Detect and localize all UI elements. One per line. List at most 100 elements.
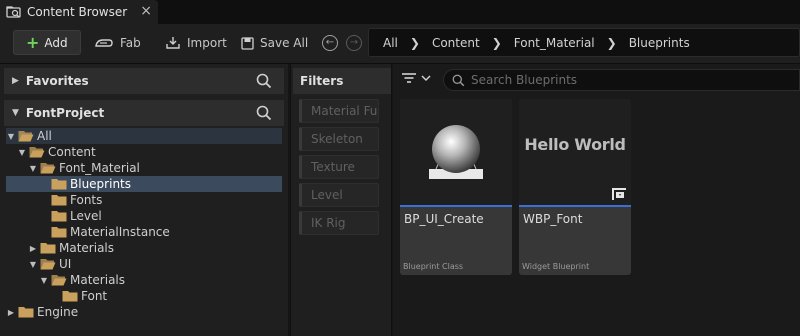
tree-item[interactable]: Font [6,288,282,304]
search-icon[interactable] [256,73,272,92]
tree-item[interactable]: Level [6,208,282,224]
chevron-down-icon[interactable]: ▼ [28,164,38,173]
folder-open-icon [40,162,56,174]
tab-content-browser[interactable]: Content Browser × [0,0,158,24]
breadcrumb: All ❯ Content ❯ Font_Material ❯ Blueprin… [368,28,800,57]
filter-dropdown-button[interactable] [401,71,432,85]
folder-icon [40,242,56,254]
chevron-down-icon[interactable]: ▼ [6,132,16,141]
folder-icon [18,306,34,318]
breadcrumb-item[interactable]: Font_Material [514,36,595,50]
tree-item-label: Font_Material [59,161,140,175]
tree-item[interactable]: ▼ Materials [6,272,282,288]
filters-title: Filters [300,74,344,88]
breadcrumb-item[interactable]: Content [432,36,480,50]
tree-item-label: Materials [59,241,115,255]
tree-item[interactable]: ▼ UI [6,256,282,272]
chevron-down-icon[interactable]: ▼ [17,148,27,157]
asset-tile[interactable]: Hello World WBP_Font Widget Blueprint [519,99,631,275]
tree-item[interactable]: ▼ Font_Material [6,160,282,176]
asset-type-accent [519,205,631,207]
filter-chip[interactable]: Level [299,183,379,207]
folder-icon [62,290,78,302]
save-all-button[interactable]: Save All [241,32,308,54]
toolbar: + Add Fab Import Save All ← → All ❯ Cont… [0,24,800,64]
search-icon[interactable] [256,105,272,124]
tree-item-label: UI [59,257,72,271]
save-all-button-label: Save All [260,36,309,50]
filter-icon [402,73,416,83]
chevron-right-icon[interactable]: ❯ [607,36,617,50]
close-tab-icon[interactable]: × [140,4,152,18]
breadcrumb-item[interactable]: All [383,36,398,50]
chevron-right-icon[interactable]: ▶ [6,308,16,317]
import-button[interactable]: Import [165,32,227,54]
chevron-right-icon[interactable]: ▶ [28,244,38,253]
asset-name: BP_UI_Create [404,212,484,226]
add-button-label: Add [44,35,68,50]
tree-item[interactable]: MaterialInstance [6,224,282,240]
folder-open-icon [40,258,56,270]
filter-chip[interactable]: Skeleton [299,127,379,151]
tree-item[interactable]: Fonts [6,192,282,208]
tab-strip: Content Browser × [0,0,800,24]
tree-item-label: Level [70,209,102,223]
filters-panel: Filters Material Fun Skeleton Texture Le… [290,64,392,336]
tab-title: Content Browser [27,5,128,19]
tree-item[interactable]: ▶ Engine [6,304,282,320]
filter-chip[interactable]: IK Rig [299,211,379,235]
import-button-label: Import [187,36,227,50]
add-button[interactable]: + Add [13,30,81,55]
forward-arrow-icon[interactable]: → [346,35,362,51]
folder-open-icon [51,274,67,286]
content-browser-icon [6,5,22,19]
asset-type: Blueprint Class [403,262,464,271]
filter-chip-label: IK Rig [311,216,346,230]
tree-item[interactable]: ▶ Materials [6,240,282,256]
tree-item-label: Blueprints [70,177,132,191]
chevron-right-icon[interactable]: ❯ [410,36,420,50]
filter-chip[interactable]: Texture [299,155,379,179]
search-box [443,69,800,91]
sphere-icon [429,125,483,179]
folder-icon [51,210,67,222]
tree-item-label: Font [81,289,108,303]
tree-item-label: All [37,129,52,143]
folder-icon [51,178,67,190]
fab-button-label: Fab [120,36,141,50]
filters-header: Filters [293,68,391,94]
back-arrow-icon[interactable]: ← [322,35,338,51]
asset-name: WBP_Font [523,212,583,226]
plus-icon: + [26,32,40,52]
chevron-down-icon[interactable]: ▼ [39,276,49,285]
fab-icon [95,39,113,47]
tree-item-label: MaterialInstance [70,225,170,239]
folder-open-icon [29,146,45,158]
asset-view: BP_UI_Create Blueprint Class Hello World… [393,64,800,336]
asset-thumbnail: Hello World [519,99,631,207]
favorites-header[interactable]: ▶ Favorites [4,68,284,94]
filter-chip[interactable]: Material Fun [299,99,379,123]
tree-item-label: Content [48,145,96,159]
tree-item[interactable]: Blueprints [6,176,282,192]
folder-icon [51,226,67,238]
search-input[interactable] [471,73,791,87]
asset-thumbnail [400,99,512,207]
breadcrumb-item[interactable]: Blueprints [629,36,690,50]
project-header[interactable]: ▼ FontProject [4,100,284,126]
chevron-right-icon[interactable]: ❯ [492,36,502,50]
chevron-right-icon[interactable]: ▶ [12,76,19,86]
favorites-label: Favorites [25,74,89,88]
search-icon [452,74,465,86]
tree-item[interactable]: ▼ All [6,128,282,144]
fab-button[interactable]: Fab [94,32,141,54]
widget-blueprint-icon [612,188,626,200]
chevron-down-icon [421,75,431,82]
import-icon [166,37,180,49]
chevron-down-icon[interactable]: ▼ [12,108,19,118]
asset-tile[interactable]: BP_UI_Create Blueprint Class [400,99,512,275]
chevron-down-icon[interactable]: ▼ [28,260,38,269]
project-label: FontProject [25,106,105,120]
thumbnail-text: Hello World [524,135,626,154]
tree-item[interactable]: ▼ Content [6,144,282,160]
